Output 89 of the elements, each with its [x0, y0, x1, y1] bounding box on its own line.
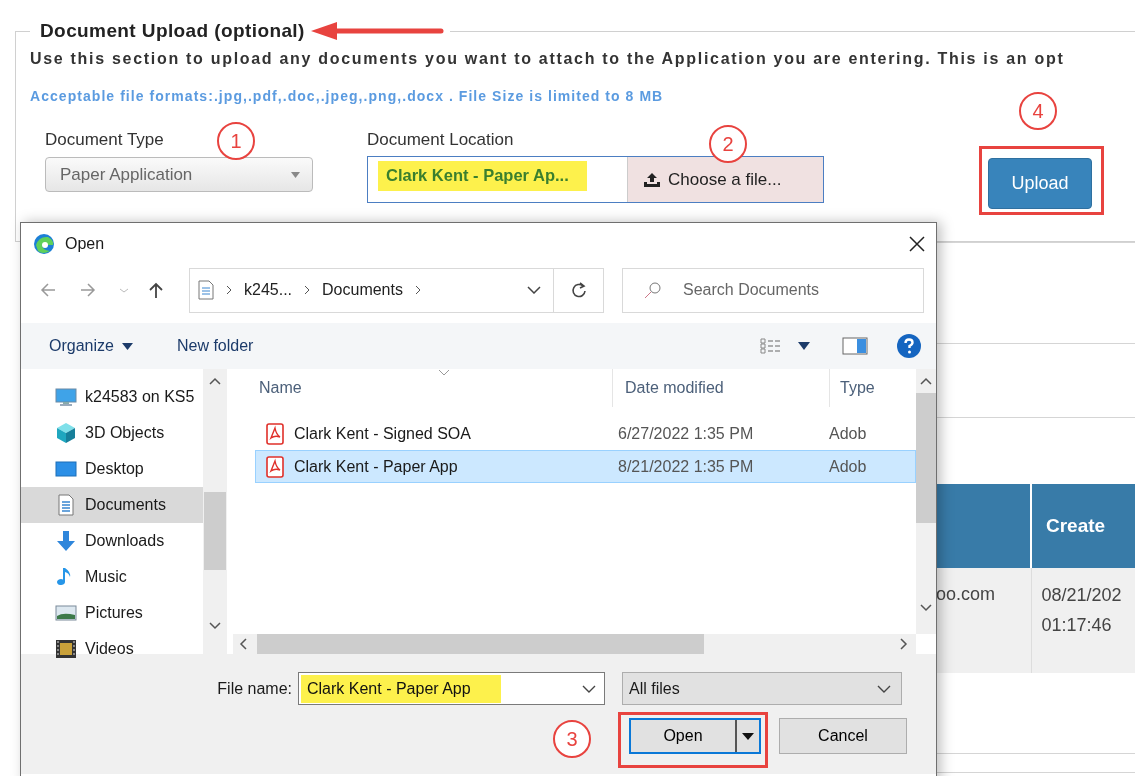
section-title: Document Upload (optional) [40, 20, 305, 42]
step-number: 2 [709, 125, 747, 163]
caret-icon [742, 732, 754, 740]
section-description: Use this section to upload any documents you want to attach to the Application you are entering. This is an opt [30, 50, 1066, 68]
table-header-cell: Create [1031, 484, 1135, 568]
chevron-down-icon[interactable] [582, 684, 596, 693]
upload-icon [644, 172, 660, 187]
scroll-down-icon[interactable] [920, 604, 932, 612]
step-number: 4 [1019, 92, 1057, 130]
new-folder-button[interactable]: New folder [176, 337, 254, 355]
cube-icon [55, 422, 77, 444]
close-button[interactable] [908, 235, 926, 253]
nav-item[interactable]: Downloads [21, 523, 203, 559]
file-name-field[interactable]: Clark Kent - Paper App [298, 672, 605, 705]
field-label: Document Type [45, 130, 164, 151]
file-date: 6/27/2022 1:35 PM [618, 424, 755, 443]
caret-icon[interactable] [798, 342, 810, 350]
cancel-button[interactable]: Cancel [779, 718, 907, 754]
search-field[interactable]: Search Documents [622, 267, 924, 313]
search-icon [644, 280, 662, 299]
document-icon [198, 280, 214, 300]
organize-menu[interactable]: Organize [49, 337, 133, 355]
nav-item[interactable]: Music [21, 559, 203, 595]
help-icon[interactable] [896, 333, 922, 359]
selected-file-name: Clark Kent - Paper Ap... [378, 161, 587, 191]
dialog-title: Open [65, 235, 105, 253]
forward-arrow-icon[interactable] [79, 281, 97, 299]
document-icon [55, 494, 77, 516]
chevron-right-icon [414, 285, 421, 295]
document-type-select[interactable]: Paper Application [45, 157, 313, 192]
file-name-label: File name: [216, 679, 293, 698]
scrollbar[interactable] [233, 634, 916, 654]
file-name: Clark Kent - Paper App [294, 457, 459, 476]
upload-button[interactable]: Upload [988, 158, 1092, 209]
file-format-note: Acceptable file formats:.jpg,.pdf,.doc,.jpeg,.png,.docx . File Size is limited to 8 MB [30, 88, 665, 104]
pdf-file-icon [266, 422, 284, 445]
chevron-right-icon [304, 285, 311, 295]
table-cell: 08/21/202 01:17:46 [1031, 568, 1135, 673]
scroll-up-icon[interactable] [920, 377, 932, 385]
breadcrumb[interactable]: Documents [322, 281, 403, 299]
picture-icon [55, 602, 77, 624]
file-row[interactable]: Clark Kent - Paper App 8/21/2022 1:35 PM Adob [255, 450, 916, 483]
preview-pane-icon[interactable] [842, 337, 868, 355]
refresh-icon [570, 282, 587, 298]
scroll-up-icon[interactable] [209, 377, 221, 385]
chevron-down-icon[interactable] [527, 286, 541, 294]
download-icon [55, 530, 77, 552]
file-type: Adob [829, 457, 867, 476]
file-type: Adob [829, 424, 867, 443]
field-label: Document Location [367, 130, 514, 151]
file-input[interactable]: Clark Kent - Paper Ap... Choose a file... [367, 156, 824, 203]
file-row[interactable]: Clark Kent - Signed SOA 6/27/2022 1:35 PM Adob [255, 417, 916, 450]
caret-icon [291, 171, 300, 178]
nav-item[interactable]: Pictures [21, 595, 203, 631]
nav-item[interactable]: Desktop [21, 451, 203, 487]
nav-item[interactable]: k24583 on KS5 [21, 379, 203, 415]
pdf-file-icon [266, 455, 284, 478]
breadcrumb[interactable]: k245... [244, 281, 293, 299]
column-header[interactable]: Name [259, 379, 302, 397]
caret-icon [121, 342, 133, 350]
nav-item[interactable]: Documents [21, 487, 203, 523]
desktop-icon [55, 458, 77, 480]
refresh-button[interactable] [554, 267, 604, 313]
film-icon [55, 638, 77, 660]
scroll-left-icon[interactable] [239, 638, 247, 650]
scroll-right-icon[interactable] [900, 638, 908, 650]
open-button[interactable]: Open [629, 718, 761, 754]
address-bar[interactable]: k245... Documents [189, 267, 554, 313]
step-number: 1 [217, 122, 255, 160]
column-header[interactable]: Date modified [625, 379, 724, 397]
app-icon [33, 233, 55, 255]
column-header[interactable]: Type [840, 379, 875, 396]
scrollbar[interactable] [203, 369, 227, 654]
sort-chevron-icon [438, 369, 450, 376]
scrollbar[interactable] [916, 369, 936, 634]
file-date: 8/21/2022 1:35 PM [618, 457, 755, 476]
scroll-down-icon[interactable] [209, 622, 221, 630]
back-arrow-icon[interactable] [39, 281, 57, 299]
table-cell: oo.com [935, 568, 1031, 673]
file-name: Clark Kent - Signed SOA [294, 424, 472, 443]
choose-file-button[interactable]: Choose a file... [627, 157, 823, 202]
file-type-select[interactable]: All files [622, 672, 902, 705]
up-arrow-icon[interactable] [147, 281, 165, 299]
computer-icon [55, 386, 77, 408]
chevron-down-icon [877, 684, 891, 693]
nav-item[interactable]: 3D Objects [21, 415, 203, 451]
nav-item[interactable]: Videos [21, 631, 203, 667]
file-name-value: Clark Kent - Paper App [301, 674, 501, 703]
chevron-right-icon [226, 285, 232, 295]
